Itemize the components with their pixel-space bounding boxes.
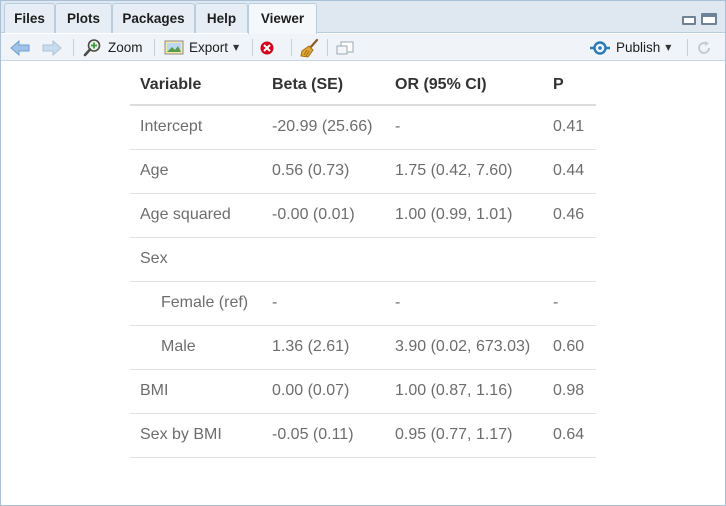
toolbar-separator xyxy=(687,39,688,56)
table-row: Female (ref) - - - xyxy=(130,281,596,326)
refresh-icon xyxy=(698,40,710,54)
table-row: BMI 0.00 (0.07) 1.00 (0.87, 1.16) 0.98 xyxy=(130,369,596,414)
regression-table: Variable Beta (SE) OR (95% CI) P Interce… xyxy=(130,66,596,458)
cell-or xyxy=(385,237,543,282)
tab-files[interactable]: Files xyxy=(4,3,55,33)
zoom-label: Zoom xyxy=(108,40,143,55)
tab-plots[interactable]: Plots xyxy=(55,3,112,33)
cell-beta: 0.00 (0.07) xyxy=(262,369,385,414)
pane-tab-bar: Files Plots Packages Help Viewer xyxy=(1,1,725,34)
cell-variable: Age xyxy=(130,149,262,194)
cell-p: - xyxy=(543,281,596,326)
cell-p: 0.41 xyxy=(543,105,596,150)
cell-beta: -20.99 (25.66) xyxy=(262,105,385,150)
maximize-pane-icon[interactable] xyxy=(701,13,717,25)
toolbar-separator xyxy=(291,39,292,56)
cell-or: 0.95 (0.77, 1.17) xyxy=(385,413,543,458)
cell-p: 0.60 xyxy=(543,325,596,370)
popout-button[interactable] xyxy=(335,34,355,61)
cell-variable: Male xyxy=(130,325,262,370)
publish-button[interactable]: Publish ▼ xyxy=(589,34,671,61)
viewer-pane: Files Plots Packages Help Viewer Zoom Ex… xyxy=(0,0,726,506)
column-header-variable: Variable xyxy=(130,66,262,106)
cell-beta xyxy=(262,237,385,282)
cell-variable: BMI xyxy=(130,369,262,414)
cell-p: 0.64 xyxy=(543,413,596,458)
table-row: Age 0.56 (0.73) 1.75 (0.42, 7.60) 0.44 xyxy=(130,149,596,194)
viewer-content: Variable Beta (SE) OR (95% CI) P Interce… xyxy=(1,62,725,505)
remove-icon xyxy=(260,41,274,54)
export-button[interactable]: Export ▼ xyxy=(164,34,239,61)
export-icon xyxy=(164,40,184,55)
popout-icon xyxy=(336,41,354,54)
table-row: Sex by BMI -0.05 (0.11) 0.95 (0.77, 1.17… xyxy=(130,413,596,458)
cell-variable: Sex by BMI xyxy=(130,413,262,458)
zoom-icon xyxy=(83,39,101,57)
tab-packages[interactable]: Packages xyxy=(112,3,195,33)
cell-beta: -0.05 (0.11) xyxy=(262,413,385,458)
export-label: Export xyxy=(189,40,229,55)
tab-viewer[interactable]: Viewer xyxy=(248,3,317,34)
publish-caret-icon: ▼ xyxy=(665,43,672,52)
cell-p xyxy=(543,237,596,282)
table-row: Age squared -0.00 (0.01) 1.00 (0.99, 1.0… xyxy=(130,193,596,238)
back-button[interactable] xyxy=(9,34,31,61)
publish-label: Publish xyxy=(616,40,661,55)
tab-help[interactable]: Help xyxy=(195,3,248,33)
cell-variable: Sex xyxy=(130,237,262,282)
cell-or: 3.90 (0.02, 673.03) xyxy=(385,325,543,370)
toolbar-separator xyxy=(73,39,74,56)
column-header-or: OR (95% CI) xyxy=(385,66,543,106)
zoom-button[interactable]: Zoom xyxy=(83,34,143,61)
broom-icon xyxy=(300,38,319,58)
cell-variable: Age squared xyxy=(130,193,262,238)
cell-or: 1.75 (0.42, 7.60) xyxy=(385,149,543,194)
column-header-beta: Beta (SE) xyxy=(262,66,385,106)
cell-or: - xyxy=(385,281,543,326)
cell-or: 1.00 (0.87, 1.16) xyxy=(385,369,543,414)
remove-viewer-button[interactable] xyxy=(259,34,275,61)
arrow-left-icon xyxy=(10,39,30,56)
viewer-toolbar: Zoom Export ▼ Publish ▼ xyxy=(1,34,725,61)
table-row: Male 1.36 (2.61) 3.90 (0.02, 673.03) 0.6… xyxy=(130,325,596,370)
cell-beta: -0.00 (0.01) xyxy=(262,193,385,238)
minimize-pane-icon[interactable] xyxy=(681,13,697,25)
cell-variable: Female (ref) xyxy=(130,281,262,326)
refresh-button[interactable] xyxy=(695,34,713,61)
table-row: Intercept -20.99 (25.66) - 0.41 xyxy=(130,105,596,150)
arrow-right-icon xyxy=(42,39,62,56)
publish-icon xyxy=(590,40,610,55)
toolbar-separator xyxy=(154,39,155,56)
cell-or: 1.00 (0.99, 1.01) xyxy=(385,193,543,238)
table-row: Sex xyxy=(130,237,596,282)
table-header-row: Variable Beta (SE) OR (95% CI) P xyxy=(130,66,596,106)
cell-beta: - xyxy=(262,281,385,326)
export-caret-icon: ▼ xyxy=(233,43,240,52)
forward-button[interactable] xyxy=(41,34,63,61)
toolbar-separator xyxy=(252,39,253,56)
cell-or: - xyxy=(385,105,543,150)
cell-p: 0.44 xyxy=(543,149,596,194)
column-header-p: P xyxy=(543,66,596,106)
cell-beta: 1.36 (2.61) xyxy=(262,325,385,370)
toolbar-separator xyxy=(327,39,328,56)
cell-beta: 0.56 (0.73) xyxy=(262,149,385,194)
cell-p: 0.46 xyxy=(543,193,596,238)
cell-variable: Intercept xyxy=(130,105,262,150)
clear-all-button[interactable] xyxy=(300,34,320,61)
cell-p: 0.98 xyxy=(543,369,596,414)
